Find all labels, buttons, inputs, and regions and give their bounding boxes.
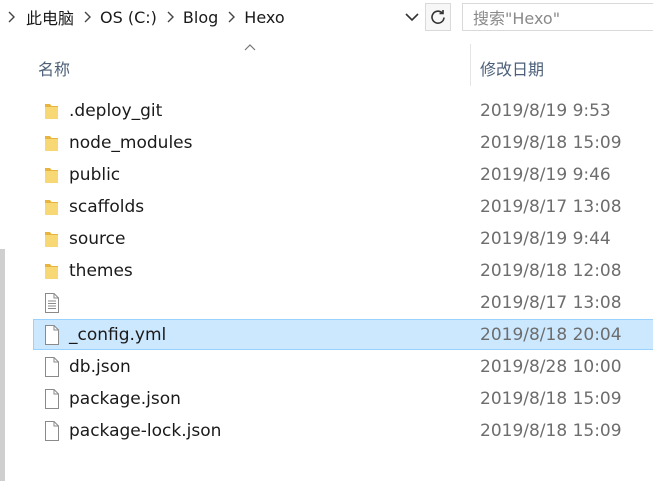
file-date-modified: 2019/8/19 9:44 (480, 229, 611, 249)
file-row[interactable]: 2019/8/17 13:08 (0, 287, 653, 319)
file-name: db.json (69, 357, 131, 377)
navigation-bar: 此电脑 OS (C:) Blog Hexo 搜索"Hexo" (0, 0, 653, 34)
folder-icon (41, 132, 63, 154)
file-name: package.json (69, 389, 181, 409)
breadcrumb-this-pc[interactable]: 此电脑 (22, 5, 78, 29)
file-date-modified: 2019/8/19 9:53 (480, 101, 611, 121)
file-icon (41, 420, 63, 442)
column-header-date-modified[interactable]: 修改日期 (480, 56, 544, 80)
folder-icon (41, 196, 63, 218)
text-file-icon (41, 292, 63, 314)
file-date-modified: 2019/8/18 20:04 (480, 325, 622, 345)
folder-icon (41, 164, 63, 186)
search-input[interactable]: 搜索"Hexo" (462, 3, 653, 31)
file-name: node_modules (69, 133, 193, 153)
column-header-name[interactable]: 名称 (38, 56, 70, 80)
folder-icon (41, 228, 63, 250)
folder-icon (41, 100, 63, 122)
file-icon (41, 324, 63, 346)
file-name: _config.yml (69, 325, 167, 345)
refresh-icon (431, 10, 445, 24)
file-icon (41, 356, 63, 378)
file-name: scaffolds (69, 197, 145, 217)
chevron-right-icon[interactable] (0, 11, 22, 23)
breadcrumb-blog[interactable]: Blog (179, 8, 222, 27)
address-history-dropdown[interactable] (400, 3, 424, 31)
file-icon (41, 388, 63, 410)
file-name: source (69, 229, 126, 249)
column-header-row (5, 44, 653, 92)
file-row[interactable]: source 2019/8/19 9:44 (0, 223, 653, 255)
file-date-modified: 2019/8/18 15:09 (480, 133, 622, 153)
file-date-modified: 2019/8/18 15:09 (480, 389, 622, 409)
file-row[interactable]: scaffolds 2019/8/17 13:08 (0, 191, 653, 223)
file-row[interactable]: db.json 2019/8/28 10:00 (0, 351, 653, 383)
file-row[interactable]: package-lock.json 2019/8/18 15:09 (0, 415, 653, 447)
chevron-down-icon (405, 13, 419, 22)
chevron-right-icon[interactable] (78, 11, 96, 23)
file-row[interactable]: node_modules 2019/8/18 15:09 (0, 127, 653, 159)
file-row[interactable]: public 2019/8/19 9:46 (0, 159, 653, 191)
column-divider[interactable] (470, 44, 471, 86)
chevron-right-icon[interactable] (161, 11, 179, 23)
sort-ascending-icon (244, 44, 256, 51)
chevron-right-icon[interactable] (222, 11, 240, 23)
refresh-button[interactable] (425, 3, 451, 31)
file-row[interactable]: _config.yml 2019/8/18 20:04 (0, 319, 653, 351)
breadcrumb-os-c[interactable]: OS (C:) (96, 8, 161, 27)
file-name: package-lock.json (69, 421, 222, 441)
file-list: .deploy_git 2019/8/19 9:53 node_modules 201… (0, 95, 653, 447)
file-date-modified: 2019/8/28 10:00 (480, 357, 622, 377)
file-name: themes (69, 261, 133, 281)
address-bar[interactable]: 此电脑 OS (C:) Blog Hexo (0, 3, 424, 31)
file-row[interactable]: package.json 2019/8/18 15:09 (0, 383, 653, 415)
file-date-modified: 2019/8/17 13:08 (480, 293, 622, 313)
breadcrumb-hexo[interactable]: Hexo (240, 8, 288, 27)
file-name: .deploy_git (69, 101, 163, 121)
file-date-modified: 2019/8/17 13:08 (480, 197, 622, 217)
file-row[interactable]: themes 2019/8/18 12:08 (0, 255, 653, 287)
file-date-modified: 2019/8/18 12:08 (480, 261, 622, 281)
file-date-modified: 2019/8/19 9:46 (480, 165, 611, 185)
search-placeholder: 搜索"Hexo" (473, 9, 561, 28)
file-date-modified: 2019/8/18 15:09 (480, 421, 622, 441)
folder-icon (41, 260, 63, 282)
file-row[interactable]: .deploy_git 2019/8/19 9:53 (0, 95, 653, 127)
file-name: public (69, 165, 121, 185)
